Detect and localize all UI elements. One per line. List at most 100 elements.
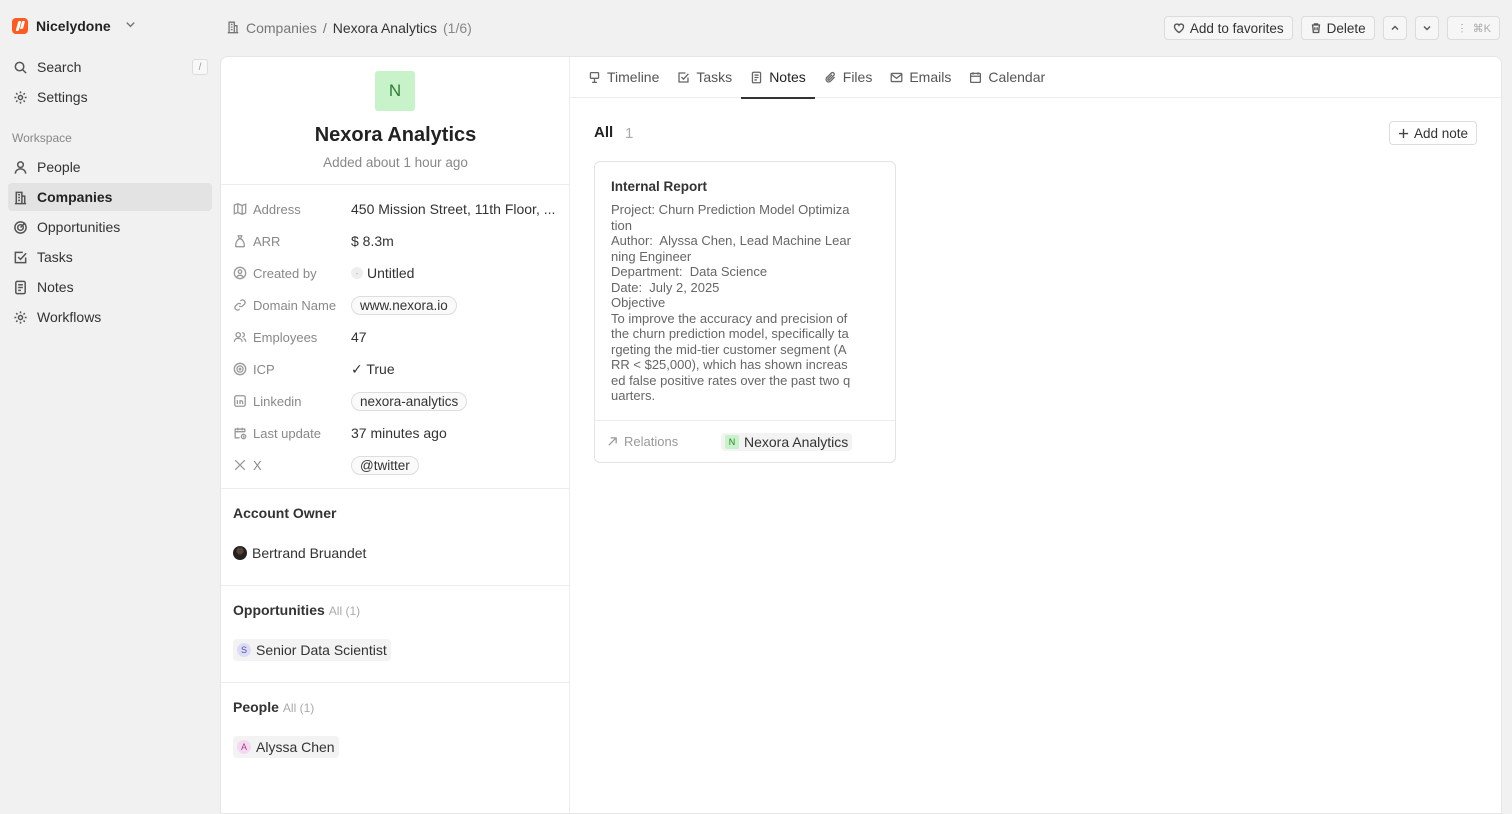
company-avatar[interactable]: N: [375, 71, 415, 111]
checkbox-icon: [12, 249, 28, 265]
note-icon: [751, 71, 762, 83]
workspace-switcher[interactable]: Nicelydone: [8, 0, 212, 52]
field-last-update[interactable]: Last update 37 minutes ago: [233, 421, 563, 445]
people-title-text: People: [233, 699, 279, 715]
sidebar-item-workflows[interactable]: Workflows: [8, 303, 212, 331]
sidebar-item-label: Opportunities: [37, 219, 121, 235]
tab-calendar[interactable]: Calendar: [960, 57, 1054, 98]
sidebar-item-notes[interactable]: Notes: [8, 273, 212, 301]
field-label: Domain Name: [253, 297, 337, 313]
company-name[interactable]: Nexora Analytics: [221, 124, 570, 147]
field-value: 450 Mission Street, 11th Floor, ...: [351, 201, 556, 217]
record-tabs: Timeline Tasks Notes Files Emails Calend…: [570, 57, 1501, 99]
mail-icon: [890, 72, 903, 82]
sidebar-item-companies[interactable]: Companies: [8, 183, 212, 211]
workspace-logo: [12, 18, 28, 34]
account-owner-name: Bertrand Bruandet: [252, 545, 367, 561]
record-panel: N Nexora Analytics Added about 1 hour ag…: [220, 56, 1502, 814]
field-label: Last update: [253, 425, 321, 441]
notes-count: 1: [625, 125, 634, 142]
field-value: $ 8.3m: [351, 233, 394, 249]
field-icp[interactable]: ICP ✓ True: [233, 357, 563, 381]
building-icon: [12, 189, 28, 205]
more-actions-button[interactable]: ⌘K: [1446, 16, 1500, 40]
x-link[interactable]: @twitter: [351, 455, 419, 475]
heart-icon: [1173, 23, 1184, 34]
x-logo-icon: [234, 459, 246, 471]
tab-emails[interactable]: Emails: [881, 57, 960, 98]
field-created-by[interactable]: Created by - Untitled: [233, 261, 563, 285]
people-all-link[interactable]: All (1): [283, 701, 314, 715]
field-arr[interactable]: ARR $ 8.3m: [233, 229, 563, 253]
sidebar-item-people[interactable]: People: [8, 153, 212, 181]
tab-timeline[interactable]: Timeline: [579, 57, 668, 98]
opportunities-all-link[interactable]: All (1): [329, 604, 360, 618]
sidebar-item-opportunities[interactable]: Opportunities: [8, 213, 212, 241]
person-name: Alyssa Chen: [256, 739, 335, 755]
record-summary: N Nexora Analytics Added about 1 hour ag…: [221, 57, 570, 813]
sidebar-item-label: Notes: [37, 279, 74, 295]
target-icon: [12, 219, 28, 235]
people-title: People All (1): [233, 699, 314, 715]
note-line: Objective: [611, 295, 666, 310]
field-x[interactable]: X @twitter: [233, 453, 563, 477]
add-note-label: Add note: [1413, 125, 1468, 141]
breadcrumb-separator: /: [322, 20, 327, 36]
tab-files[interactable]: Files: [815, 57, 882, 98]
users-icon: [233, 331, 247, 342]
field-label: Employees: [253, 329, 318, 345]
field-employees[interactable]: Employees 47: [233, 325, 563, 349]
field-label: ICP: [253, 361, 275, 377]
relation-chip[interactable]: N Nexora Analytics: [721, 432, 853, 451]
avatar: [233, 546, 247, 560]
divider: [221, 488, 570, 489]
delete-label: Delete: [1326, 20, 1366, 36]
field-value: 47: [351, 329, 367, 345]
settings-label: Settings: [37, 89, 88, 105]
checkbox-icon: [678, 71, 690, 83]
tab-label: Calendar: [988, 69, 1046, 85]
tab-label: Emails: [909, 69, 952, 85]
search-item[interactable]: Search /: [8, 53, 212, 81]
previous-record-button[interactable]: [1382, 16, 1407, 40]
divider: [221, 585, 570, 586]
field-linkedin[interactable]: Linkedin nexora-analytics: [233, 389, 563, 413]
creator-avatar: -: [351, 267, 363, 279]
account-owner[interactable]: Bertrand Bruandet: [233, 545, 366, 561]
chevron-down-icon: [1423, 26, 1431, 31]
opportunity-name: Senior Data Scientist: [256, 642, 387, 658]
workspace-section-label: Workspace: [12, 131, 72, 145]
linkedin-icon: [234, 395, 246, 407]
chevron-down-icon: [125, 19, 136, 33]
account-owner-title: Account Owner: [233, 505, 337, 521]
opportunity-chip[interactable]: S Senior Data Scientist: [233, 639, 391, 661]
gear-icon: [12, 89, 28, 105]
opportunities-title-text: Opportunities: [233, 602, 325, 618]
opportunities-title: Opportunities All (1): [233, 602, 360, 618]
add-to-favorites-button[interactable]: Add to favorites: [1163, 16, 1293, 40]
record-count: (1/6): [443, 20, 472, 36]
domain-link[interactable]: www.nexora.io: [351, 295, 457, 315]
field-domain-name[interactable]: Domain Name www.nexora.io: [233, 293, 563, 317]
person-chip[interactable]: A Alyssa Chen: [233, 736, 339, 758]
tab-notes[interactable]: Notes: [741, 57, 815, 99]
divider: [221, 682, 570, 683]
delete-button[interactable]: Delete: [1300, 16, 1375, 40]
search-label: Search: [37, 59, 82, 75]
sidebar-item-label: Tasks: [37, 249, 73, 265]
add-note-button[interactable]: Add note: [1388, 121, 1477, 145]
breadcrumb-parent[interactable]: Companies: [246, 20, 317, 36]
tab-tasks[interactable]: Tasks: [668, 57, 741, 98]
note-line: To improve the accuracy and precision of…: [611, 310, 851, 403]
note-line: Department: Data Science: [611, 264, 768, 279]
note-card[interactable]: Internal Report Project: Churn Predictio…: [594, 161, 896, 463]
field-address[interactable]: Address 450 Mission Street, 11th Floor, …: [233, 197, 563, 221]
linkedin-link[interactable]: nexora-analytics: [351, 391, 468, 411]
breadcrumb-current: Nexora Analytics: [332, 20, 437, 36]
settings-item[interactable]: Settings: [8, 83, 212, 111]
tab-label: Tasks: [696, 69, 733, 85]
sidebar-item-tasks[interactable]: Tasks: [8, 243, 212, 271]
next-record-button[interactable]: [1414, 16, 1439, 40]
user-circle-icon: [233, 266, 247, 280]
field-value: Untitled: [367, 265, 415, 281]
